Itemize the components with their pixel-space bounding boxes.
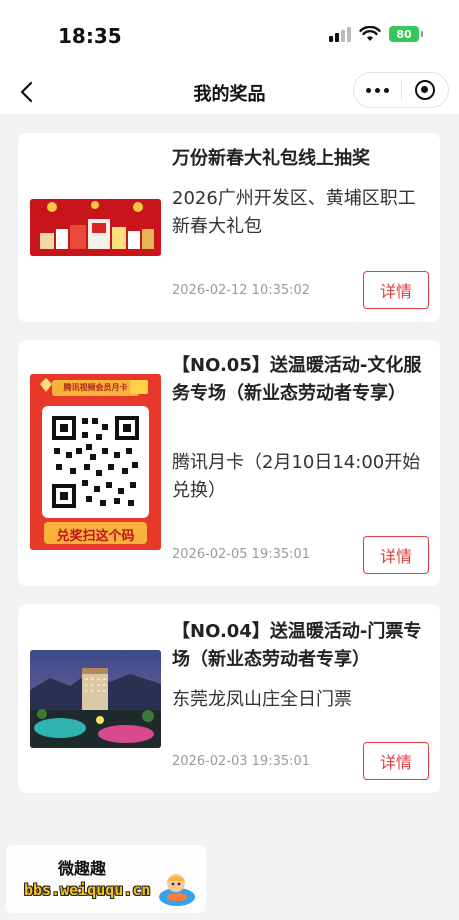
watermark-url: bbs.weiququ.cn — [24, 881, 151, 899]
prize-description: 东莞龙凤山庄全日门票 — [172, 689, 352, 710]
mascot-icon — [159, 874, 195, 906]
prize-title: 万份新春大礼包线上抽奖 — [172, 148, 370, 169]
status-bar: 18:35 80 — [0, 0, 459, 70]
watermark: 微趣趣 bbs.weiququ.cn — [6, 845, 206, 913]
battery-level: 80 — [396, 27, 412, 41]
thumb-footer-label: 兑奖扫这个码 — [56, 529, 135, 544]
status-icons: 80 — [329, 26, 423, 42]
battery-icon: 80 — [389, 26, 423, 42]
prize-card: 万份新春大礼包线上抽奖 2026广州开发区、黄埔区职工新春大礼包 2026-02… — [18, 133, 440, 322]
qr-code-image: 腾讯视频会员月卡 兑奖扫这个码 — [30, 374, 161, 550]
prize-description: 腾讯月卡（2月10日14:00开始兑换） — [172, 452, 421, 501]
detail-button[interactable]: 详情 — [363, 742, 429, 780]
gift-pack-image — [30, 199, 161, 256]
thumb-header-label: 腾讯视频会员月卡 — [63, 383, 128, 392]
detail-button[interactable]: 详情 — [363, 536, 429, 574]
watermark-title: 微趣趣 — [58, 859, 107, 878]
prize-date: 2026-02-12 10:35:02 — [172, 283, 311, 298]
prize-title: 【NO.05】送温暖活动-文化服务专场（新业态劳动者专享） — [172, 355, 422, 404]
nav-bar: 我的奖品 — [0, 70, 459, 114]
status-time: 18:35 — [58, 24, 122, 48]
prize-date: 2026-02-05 19:35:01 — [172, 547, 311, 562]
prize-card: 【NO.04】送温暖活动-门票专场（新业态劳动者专享） 东莞龙凤山庄全日门票 2… — [18, 604, 440, 793]
more-dots-icon[interactable] — [354, 73, 401, 107]
prize-description: 2026广州开发区、黄埔区职工新春大礼包 — [172, 188, 416, 237]
resort-photo — [30, 650, 161, 748]
prize-date: 2026-02-03 19:35:01 — [172, 754, 311, 769]
close-target-icon[interactable] — [402, 73, 448, 107]
cellular-signal-icon — [329, 26, 351, 42]
wifi-icon — [359, 26, 381, 41]
prize-title: 【NO.04】送温暖活动-门票专场（新业态劳动者专享） — [172, 621, 422, 670]
prize-card: 腾讯视频会员月卡 兑奖扫这个码 【NO.05】送温暖活动-文化服务专场（新业态劳… — [18, 340, 440, 586]
mini-program-capsule — [353, 72, 449, 108]
detail-button[interactable]: 详情 — [363, 271, 429, 309]
